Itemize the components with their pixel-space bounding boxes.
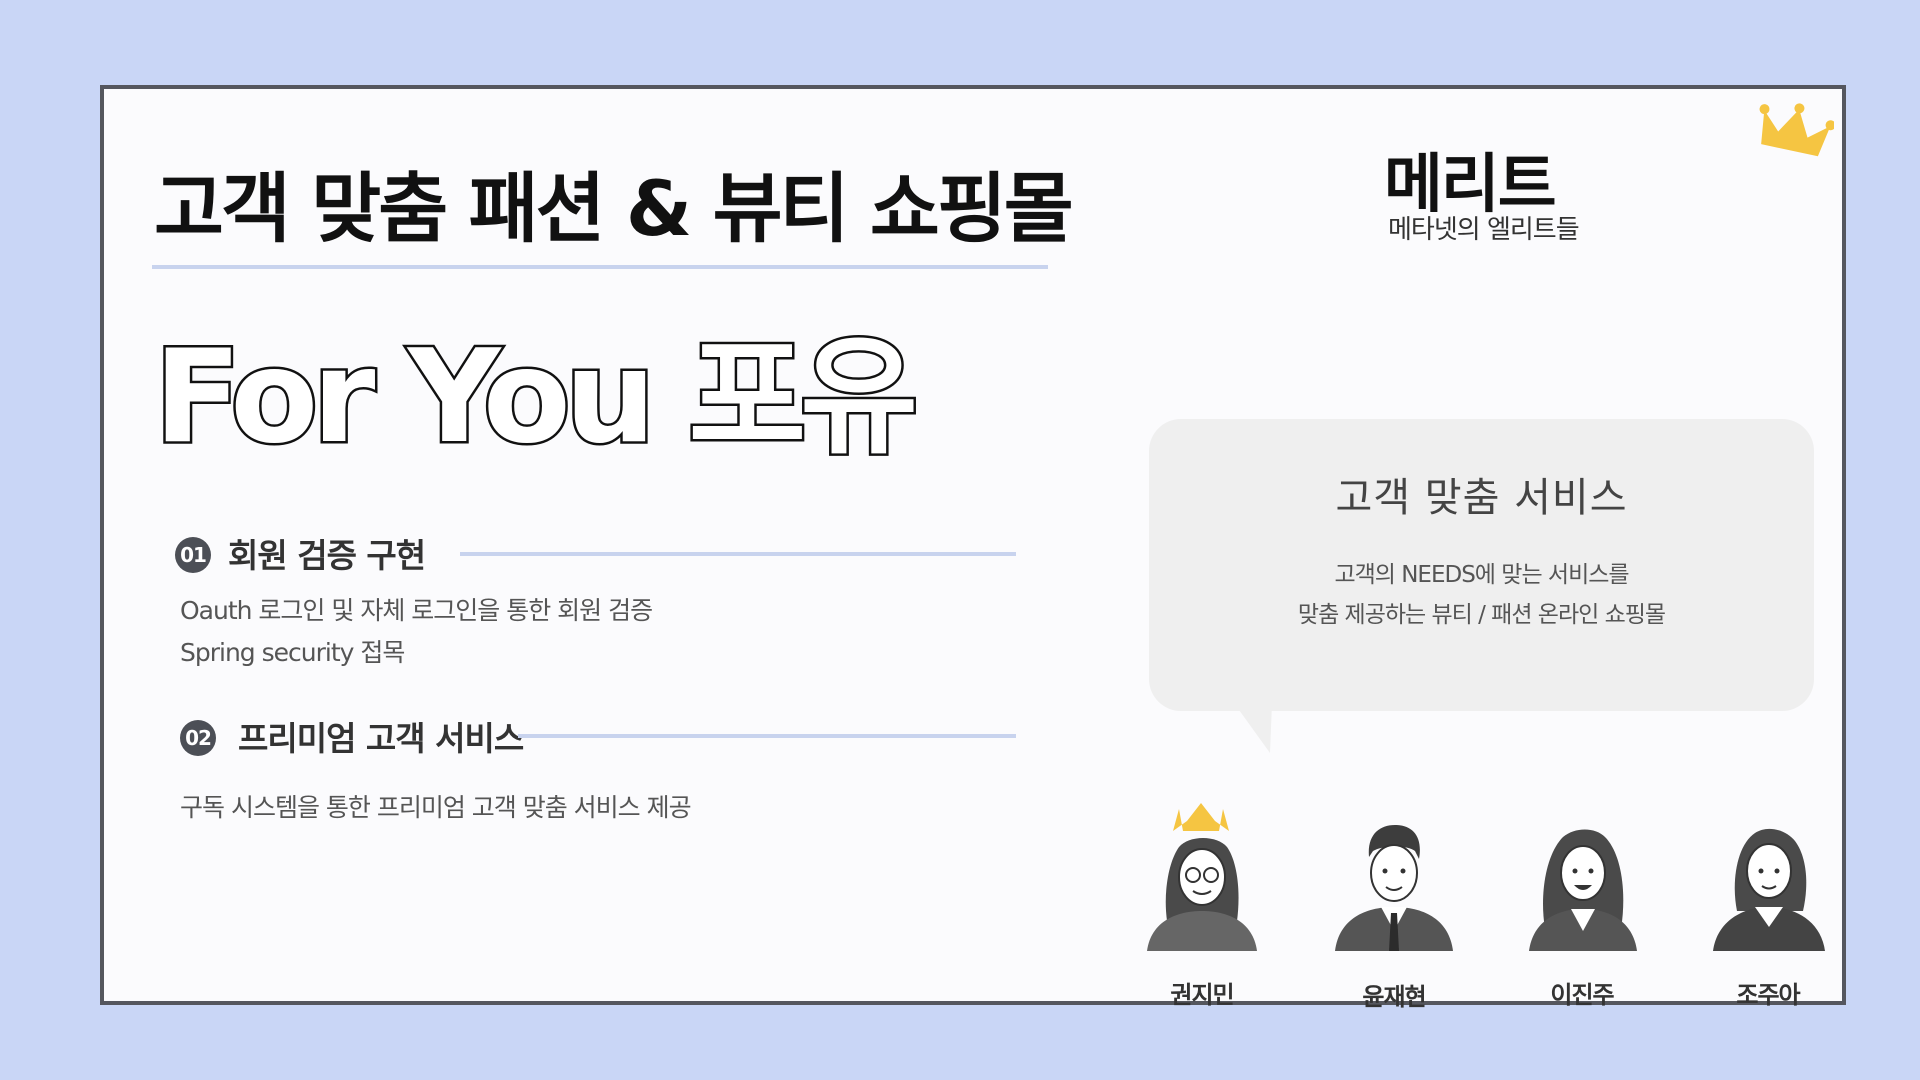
slide-title: 고객 맞춤 패션 & 뷰티 쇼핑몰 — [154, 164, 1074, 253]
bubble-line: 고객의 NEEDS에 맞는 서비스를 — [1334, 562, 1629, 588]
section-line: 구독 시스템을 통한 프리미엄 고객 맞춤 서비스 제공 — [180, 793, 692, 822]
section-rule — [460, 552, 1016, 556]
member-name: 조주아 — [1736, 981, 1800, 1009]
man-suit-avatar-icon — [1335, 825, 1453, 951]
member-card: 윤재현 — [1314, 801, 1474, 1011]
member-name: 윤재현 — [1362, 983, 1426, 1011]
hero-logo: For You 포유 — [154, 321, 923, 474]
brand-tagline: 메타넷의 엘리트들 — [1388, 215, 1580, 245]
woman-glasses-avatar-icon — [1147, 803, 1257, 951]
woman-long-hair-avatar-icon — [1529, 829, 1637, 951]
section-number-badge: 01 — [175, 537, 211, 573]
woman-bob-hair-avatar-icon — [1713, 828, 1825, 951]
hero-text: For You 포유 — [154, 323, 914, 472]
bubble-title: 고객 맞춤 서비스 — [1335, 475, 1628, 521]
title-underline — [152, 265, 1048, 269]
section-line: Spring security 접목 — [180, 638, 405, 667]
member-name: 이진주 — [1550, 981, 1614, 1009]
member-card: 권지민 — [1122, 801, 1282, 1009]
section-heading: 프리미엄 고객 서비스 — [238, 719, 524, 758]
section-line: Oauth 로그인 및 자체 로그인을 통한 회원 검증 — [180, 596, 653, 625]
section-rule — [518, 734, 1016, 738]
slide-card: 고객 맞춤 패션 & 뷰티 쇼핑몰 For You 포유 메리트 메타넷의 엘리… — [100, 85, 1848, 1011]
crown-icon — [1173, 803, 1229, 831]
member-card: 이진주 — [1502, 801, 1662, 1009]
member-name: 권지민 — [1170, 981, 1234, 1009]
bubble-tail — [1234, 703, 1272, 753]
section-heading: 회원 검증 구현 — [228, 536, 426, 575]
member-card: 조주아 — [1688, 801, 1848, 1009]
section-number-badge: 02 — [180, 720, 216, 756]
bubble-line: 맞춤 제공하는 뷰티 / 패션 온라인 쇼핑몰 — [1297, 602, 1666, 628]
speech-bubble: 고객 맞춤 서비스 고객의 NEEDS에 맞는 서비스를 맞춤 제공하는 뷰티 … — [1149, 419, 1814, 711]
crown-icon — [1759, 103, 1834, 157]
